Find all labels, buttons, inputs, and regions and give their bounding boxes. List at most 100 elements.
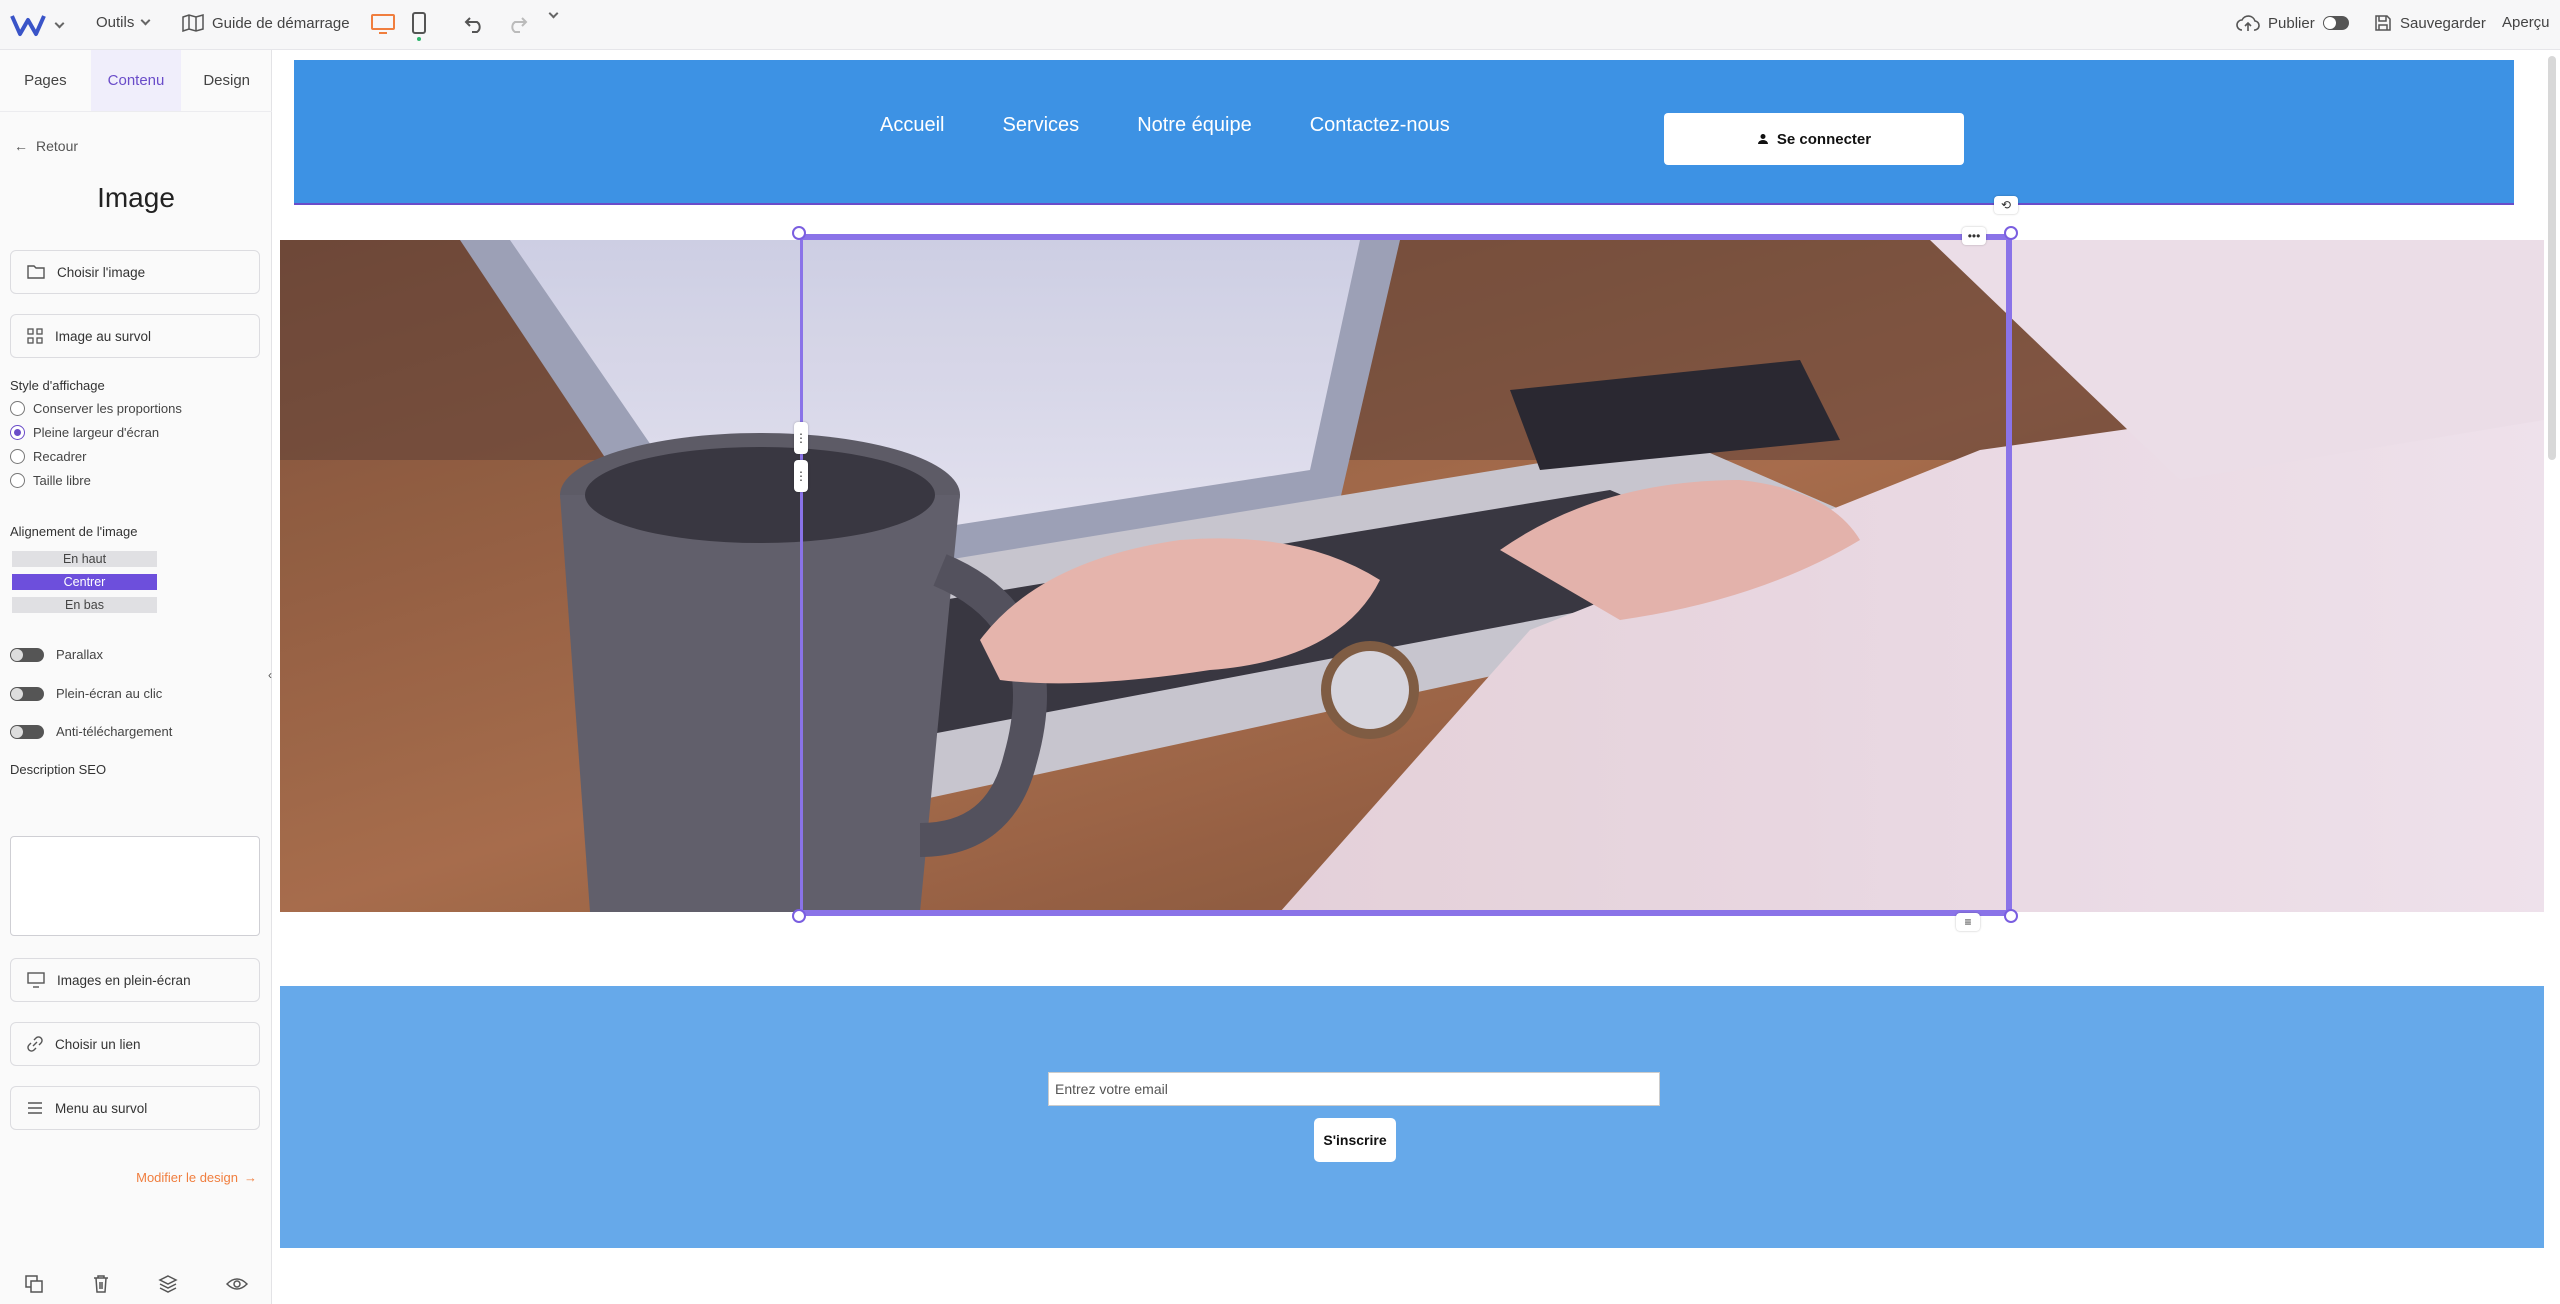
desktop-icon xyxy=(371,14,395,34)
arrow-left-icon: ← xyxy=(14,138,28,154)
newsletter-section[interactable]: Entrez votre email S'inscrire xyxy=(280,986,2544,1248)
publish-toggle[interactable] xyxy=(2322,16,2349,30)
align-center-button[interactable]: Centrer xyxy=(12,574,157,590)
radio-free-size[interactable]: Taille libre xyxy=(10,473,91,488)
resize-handle-top-left[interactable] xyxy=(792,226,806,240)
modify-design-link[interactable]: Modifier le design → xyxy=(136,1170,257,1185)
align-bottom-button[interactable]: En bas xyxy=(12,597,157,613)
panel-title: Image xyxy=(97,182,175,213)
undo-icon xyxy=(464,17,481,33)
more-options-icon[interactable]: ••• xyxy=(1962,227,1986,245)
display-style-label: Style d'affichage xyxy=(10,378,105,393)
anti-download-switch[interactable] xyxy=(10,724,44,739)
chevron-down-icon xyxy=(548,8,559,19)
wix-logo-icon xyxy=(10,15,46,36)
logo-menu[interactable] xyxy=(10,12,65,38)
fullscreen-click-row[interactable]: Plein-écran au clic xyxy=(10,686,162,701)
publish-label: Publier xyxy=(2268,14,2315,32)
drag-handle-icon[interactable]: ⋮ xyxy=(794,460,808,492)
radio-button[interactable] xyxy=(10,449,25,464)
redo-button[interactable] xyxy=(506,14,528,34)
mobile-view-button[interactable] xyxy=(410,12,428,42)
resize-handle-bottom-right[interactable] xyxy=(2004,909,2018,923)
fullscreen-images-label: Images en plein-écran xyxy=(57,972,191,988)
hover-image-button[interactable]: Image au survol xyxy=(10,314,260,358)
grid-icon xyxy=(27,328,43,344)
choose-image-label: Choisir l'image xyxy=(57,264,146,280)
preview-button[interactable]: Aperçu xyxy=(2502,14,2550,31)
switch-label: Plein-écran au clic xyxy=(56,686,163,701)
nav-item-services[interactable]: Services xyxy=(1002,114,1079,137)
panel-tabs: Pages Contenu Design xyxy=(0,50,272,112)
duplicate-icon[interactable] xyxy=(24,1274,44,1294)
seo-description-field[interactable] xyxy=(10,836,260,936)
mobile-icon xyxy=(412,12,426,41)
email-input[interactable]: Entrez votre email xyxy=(1048,1072,1660,1106)
parallax-row[interactable]: Parallax xyxy=(10,647,103,662)
save-label: Sauvegarder xyxy=(2400,14,2486,32)
site-nav: Accueil Services Notre équipe Contactez-… xyxy=(880,114,1450,137)
publish-control[interactable]: Publier xyxy=(2236,14,2349,32)
eye-icon[interactable] xyxy=(226,1276,248,1292)
parallax-switch[interactable] xyxy=(10,647,44,662)
floppy-disk-icon xyxy=(2375,15,2391,31)
login-label: Se connecter xyxy=(1776,130,1872,148)
back-link[interactable]: ← Retour xyxy=(14,138,78,154)
preview-label: Aperçu xyxy=(2502,14,2550,31)
radio-crop[interactable]: Recadrer xyxy=(10,449,86,464)
radio-button[interactable] xyxy=(10,425,25,440)
tab-design[interactable]: Design xyxy=(181,50,272,111)
resize-handle-top-right[interactable] xyxy=(2004,226,2018,240)
back-label: Retour xyxy=(36,138,79,154)
radio-label: Recadrer xyxy=(33,449,87,464)
subscribe-button[interactable]: S'inscrire xyxy=(1314,1118,1396,1162)
save-button[interactable]: Sauvegarder xyxy=(2374,14,2486,32)
drag-handle-icon[interactable]: ⋮ xyxy=(794,422,808,454)
radio-label: Taille libre xyxy=(33,473,91,488)
guide-label: Guide de démarrage xyxy=(212,14,350,32)
rotate-icon[interactable]: ⟲ xyxy=(1994,196,2018,214)
tab-content[interactable]: Contenu xyxy=(90,50,182,111)
nav-item-home[interactable]: Accueil xyxy=(880,114,944,137)
choose-image-button[interactable]: Choisir l'image xyxy=(10,250,260,294)
radio-full-width[interactable]: Pleine largeur d'écran xyxy=(10,425,159,440)
chevron-down-icon xyxy=(140,15,151,26)
collapse-panel-icon[interactable]: ‹ xyxy=(268,668,278,688)
link-icon xyxy=(27,1036,43,1052)
align-top-button[interactable]: En haut xyxy=(12,551,157,567)
folder-icon xyxy=(27,265,45,279)
guide-button[interactable]: Guide de démarrage xyxy=(182,14,350,32)
resize-handle-bottom-left[interactable] xyxy=(792,909,806,923)
tools-menu[interactable]: Outils xyxy=(96,14,151,31)
radio-button[interactable] xyxy=(10,473,25,488)
radio-button[interactable] xyxy=(10,401,25,416)
user-icon xyxy=(1757,134,1768,144)
undo-button[interactable] xyxy=(464,14,486,34)
tab-pages[interactable]: Pages xyxy=(0,50,91,111)
filter-settings-icon[interactable]: ≡ xyxy=(1956,913,1980,931)
choose-link-button[interactable]: Choisir un lien xyxy=(10,1022,260,1066)
history-menu[interactable] xyxy=(548,8,559,19)
switch-label: Anti-téléchargement xyxy=(56,724,173,739)
hover-menu-button[interactable]: Menu au survol xyxy=(10,1086,260,1130)
anti-download-row[interactable]: Anti-téléchargement xyxy=(10,724,172,739)
trash-icon[interactable] xyxy=(92,1274,110,1294)
radio-keep-proportions[interactable]: Conserver les proportions xyxy=(10,401,182,416)
login-button[interactable]: Se connecter xyxy=(1664,113,1964,165)
settings-panel: Pages Contenu Design ← Retour Image Choi… xyxy=(0,50,272,1304)
nav-item-team[interactable]: Notre équipe xyxy=(1137,114,1252,137)
canvas-scrollbar[interactable] xyxy=(2548,56,2556,460)
image-selection-frame[interactable] xyxy=(800,234,2012,916)
desktop-view-button[interactable] xyxy=(370,13,396,35)
panel-footer xyxy=(0,1264,272,1304)
site-header[interactable]: Accueil Services Notre équipe Contactez-… xyxy=(294,60,2514,205)
nav-item-contact[interactable]: Contactez-nous xyxy=(1310,114,1450,137)
fullscreen-images-button[interactable]: Images en plein-écran xyxy=(10,958,260,1002)
fullscreen-click-switch[interactable] xyxy=(10,686,44,701)
modify-design-label: Modifier le design xyxy=(136,1170,238,1185)
layers-icon[interactable] xyxy=(158,1274,178,1294)
hover-menu-label: Menu au survol xyxy=(55,1100,148,1116)
radio-label: Conserver les proportions xyxy=(33,401,182,416)
monitor-icon xyxy=(27,972,45,988)
alignment-label: Alignement de l'image xyxy=(10,524,138,539)
